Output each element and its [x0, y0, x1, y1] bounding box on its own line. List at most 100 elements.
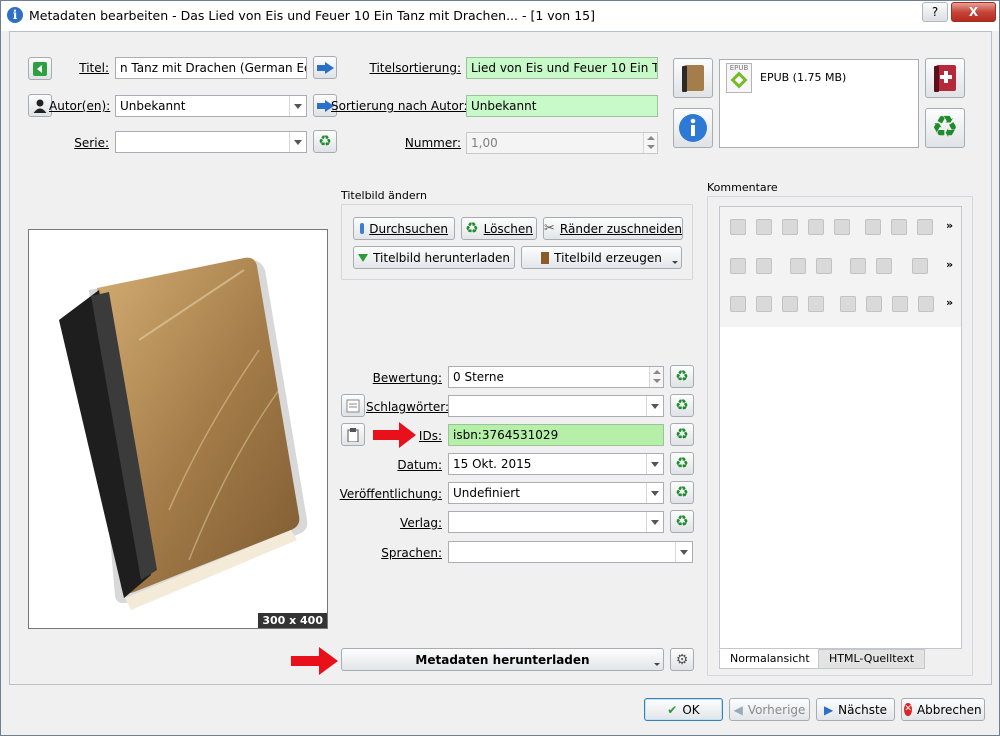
publisher-combo[interactable]	[448, 511, 664, 533]
select-all-icon[interactable]	[782, 219, 798, 235]
download-cover-button[interactable]: Titelbild herunterladen	[353, 246, 515, 269]
align-justify-icon[interactable]	[918, 296, 934, 312]
format-info-button[interactable]	[673, 108, 713, 148]
recycle-icon: ♻	[675, 367, 689, 385]
align-left-icon[interactable]	[840, 296, 856, 312]
folder-icon	[360, 223, 365, 234]
ok-button[interactable]: ✔ OK	[644, 698, 723, 721]
tags-combo[interactable]	[448, 395, 664, 417]
download-cover-label: Titelbild herunterladen	[373, 250, 510, 265]
browse-cover-button[interactable]: Durchsuchen	[353, 217, 455, 240]
languages-combo[interactable]	[448, 541, 693, 563]
cut-icon[interactable]	[891, 219, 907, 235]
trim-cover-button[interactable]: ✂ Ränder zuschneiden	[543, 217, 683, 240]
ids-label: IDs:	[418, 429, 442, 443]
edit-tags-button[interactable]	[341, 394, 365, 417]
author-sort-input[interactable]: Unbekannt	[466, 95, 658, 117]
cover-image[interactable]: 300 x 400	[28, 229, 328, 629]
add-format-button[interactable]	[673, 58, 713, 98]
clear-date-button[interactable]: ♻	[670, 452, 694, 475]
ordered-list-icon[interactable]	[730, 258, 746, 274]
delete-cover-button[interactable]: ♻ Löschen	[461, 217, 537, 240]
title-sort-input[interactable]: Lied von Eis und Feuer 10 Ein Tanz m	[466, 57, 658, 79]
cancel-icon: ✕	[904, 703, 912, 716]
series-label: Serie:	[74, 136, 109, 150]
remove-format-button[interactable]	[925, 58, 965, 98]
recycle-icon: ♻	[318, 132, 332, 150]
tab-html-source[interactable]: HTML-Quelltext	[818, 649, 926, 669]
copy-icon[interactable]	[865, 219, 881, 235]
close-button[interactable]: X	[951, 2, 996, 22]
arrow-right-icon	[316, 61, 334, 74]
recycle-icon: ♻	[675, 512, 689, 530]
ids-input[interactable]: isbn:3764531029	[448, 424, 664, 446]
number-spinner[interactable]	[643, 133, 657, 153]
comments-editor[interactable]: » » »	[719, 206, 962, 649]
author-combo[interactable]: Unbekannt	[115, 95, 307, 117]
chevron-down-icon[interactable]	[289, 96, 306, 116]
unordered-list-icon[interactable]	[756, 258, 772, 274]
recycle-icon: ♻	[931, 110, 959, 145]
rating-input[interactable]: 0 Sterne	[448, 366, 664, 388]
author-label: Autor(en):	[49, 99, 111, 113]
cancel-button[interactable]: ✕ Abbrechen	[901, 698, 985, 721]
chevron-down-icon[interactable]	[646, 512, 663, 532]
tab-normal-view[interactable]: Normalansicht	[719, 649, 821, 669]
help-button[interactable]: ?	[922, 2, 948, 22]
clear-tags-button[interactable]: ♻	[670, 394, 694, 417]
underline-icon[interactable]	[782, 296, 798, 312]
superscript-icon[interactable]	[790, 258, 806, 274]
subscript-icon[interactable]	[816, 258, 832, 274]
chevron-down-icon[interactable]	[646, 483, 663, 503]
undo-icon[interactable]	[730, 219, 746, 235]
redo-icon[interactable]	[756, 219, 772, 235]
format-item-epub[interactable]: EPUB (1.75 MB)	[760, 71, 846, 84]
paste-ids-button[interactable]	[341, 423, 365, 446]
clear-published-button[interactable]: ♻	[670, 481, 694, 504]
chevron-down-icon[interactable]	[646, 396, 663, 416]
published-combo[interactable]: Undefiniert	[448, 482, 664, 504]
set-metadata-from-format-button[interactable]: ♻	[925, 108, 965, 148]
toolbar-more-1[interactable]: »	[946, 219, 953, 232]
date-combo[interactable]: 15 Okt. 2015	[448, 453, 664, 475]
chevron-down-icon[interactable]	[646, 454, 663, 474]
formats-list[interactable]: EPUB EPUB (1.75 MB)	[719, 59, 919, 148]
series-combo[interactable]	[115, 131, 307, 153]
dropdown-indicator-icon	[672, 261, 678, 264]
paste-icon[interactable]	[917, 219, 933, 235]
swap-title-author-button[interactable]	[28, 57, 52, 80]
outdent-icon[interactable]	[850, 258, 866, 274]
number-input[interactable]: 1,00	[466, 132, 658, 154]
previous-button[interactable]: ◀ Vorherige	[729, 698, 810, 721]
generate-cover-button[interactable]: Titelbild erzeugen	[521, 246, 682, 269]
strikethrough-icon[interactable]	[808, 296, 824, 312]
metadata-dialog: i Metadaten bearbeiten - Das Lied von Ei…	[0, 0, 1000, 736]
remove-format-icon[interactable]	[808, 219, 824, 235]
clear-publisher-button[interactable]: ♻	[670, 510, 694, 533]
clear-ids-button[interactable]: ♻	[670, 423, 694, 446]
next-button[interactable]: ▶ Nächste	[816, 698, 895, 721]
rating-spinner[interactable]	[649, 367, 663, 387]
italic-icon[interactable]	[756, 296, 772, 312]
chevron-down-icon[interactable]	[289, 132, 306, 152]
dropdown-indicator-icon	[654, 663, 660, 666]
toolbar-more-2[interactable]: »	[946, 258, 953, 271]
ok-label: OK	[682, 702, 700, 717]
clear-icon[interactable]	[834, 219, 850, 235]
toolbar-more-3[interactable]: »	[946, 296, 953, 309]
metadata-sources-settings-button[interactable]: ⚙	[670, 648, 694, 671]
person-icon	[33, 99, 47, 113]
title-input[interactable]: n Tanz mit Drachen (German Edition)	[115, 57, 307, 79]
clear-rating-button[interactable]: ♻	[670, 365, 694, 388]
download-metadata-button[interactable]: Metadaten herunterladen	[341, 648, 664, 671]
indent-icon[interactable]	[876, 258, 892, 274]
copy-title-to-sort-button[interactable]	[313, 56, 337, 79]
block-style-icon[interactable]	[912, 258, 928, 274]
chevron-down-icon[interactable]	[675, 542, 692, 562]
editor-toolbar: » » »	[720, 207, 961, 327]
align-right-icon[interactable]	[892, 296, 908, 312]
align-center-icon[interactable]	[866, 296, 882, 312]
recycle-icon: ♻	[675, 425, 689, 443]
bold-icon[interactable]	[730, 296, 746, 312]
clear-series-button[interactable]: ♻	[313, 130, 337, 153]
